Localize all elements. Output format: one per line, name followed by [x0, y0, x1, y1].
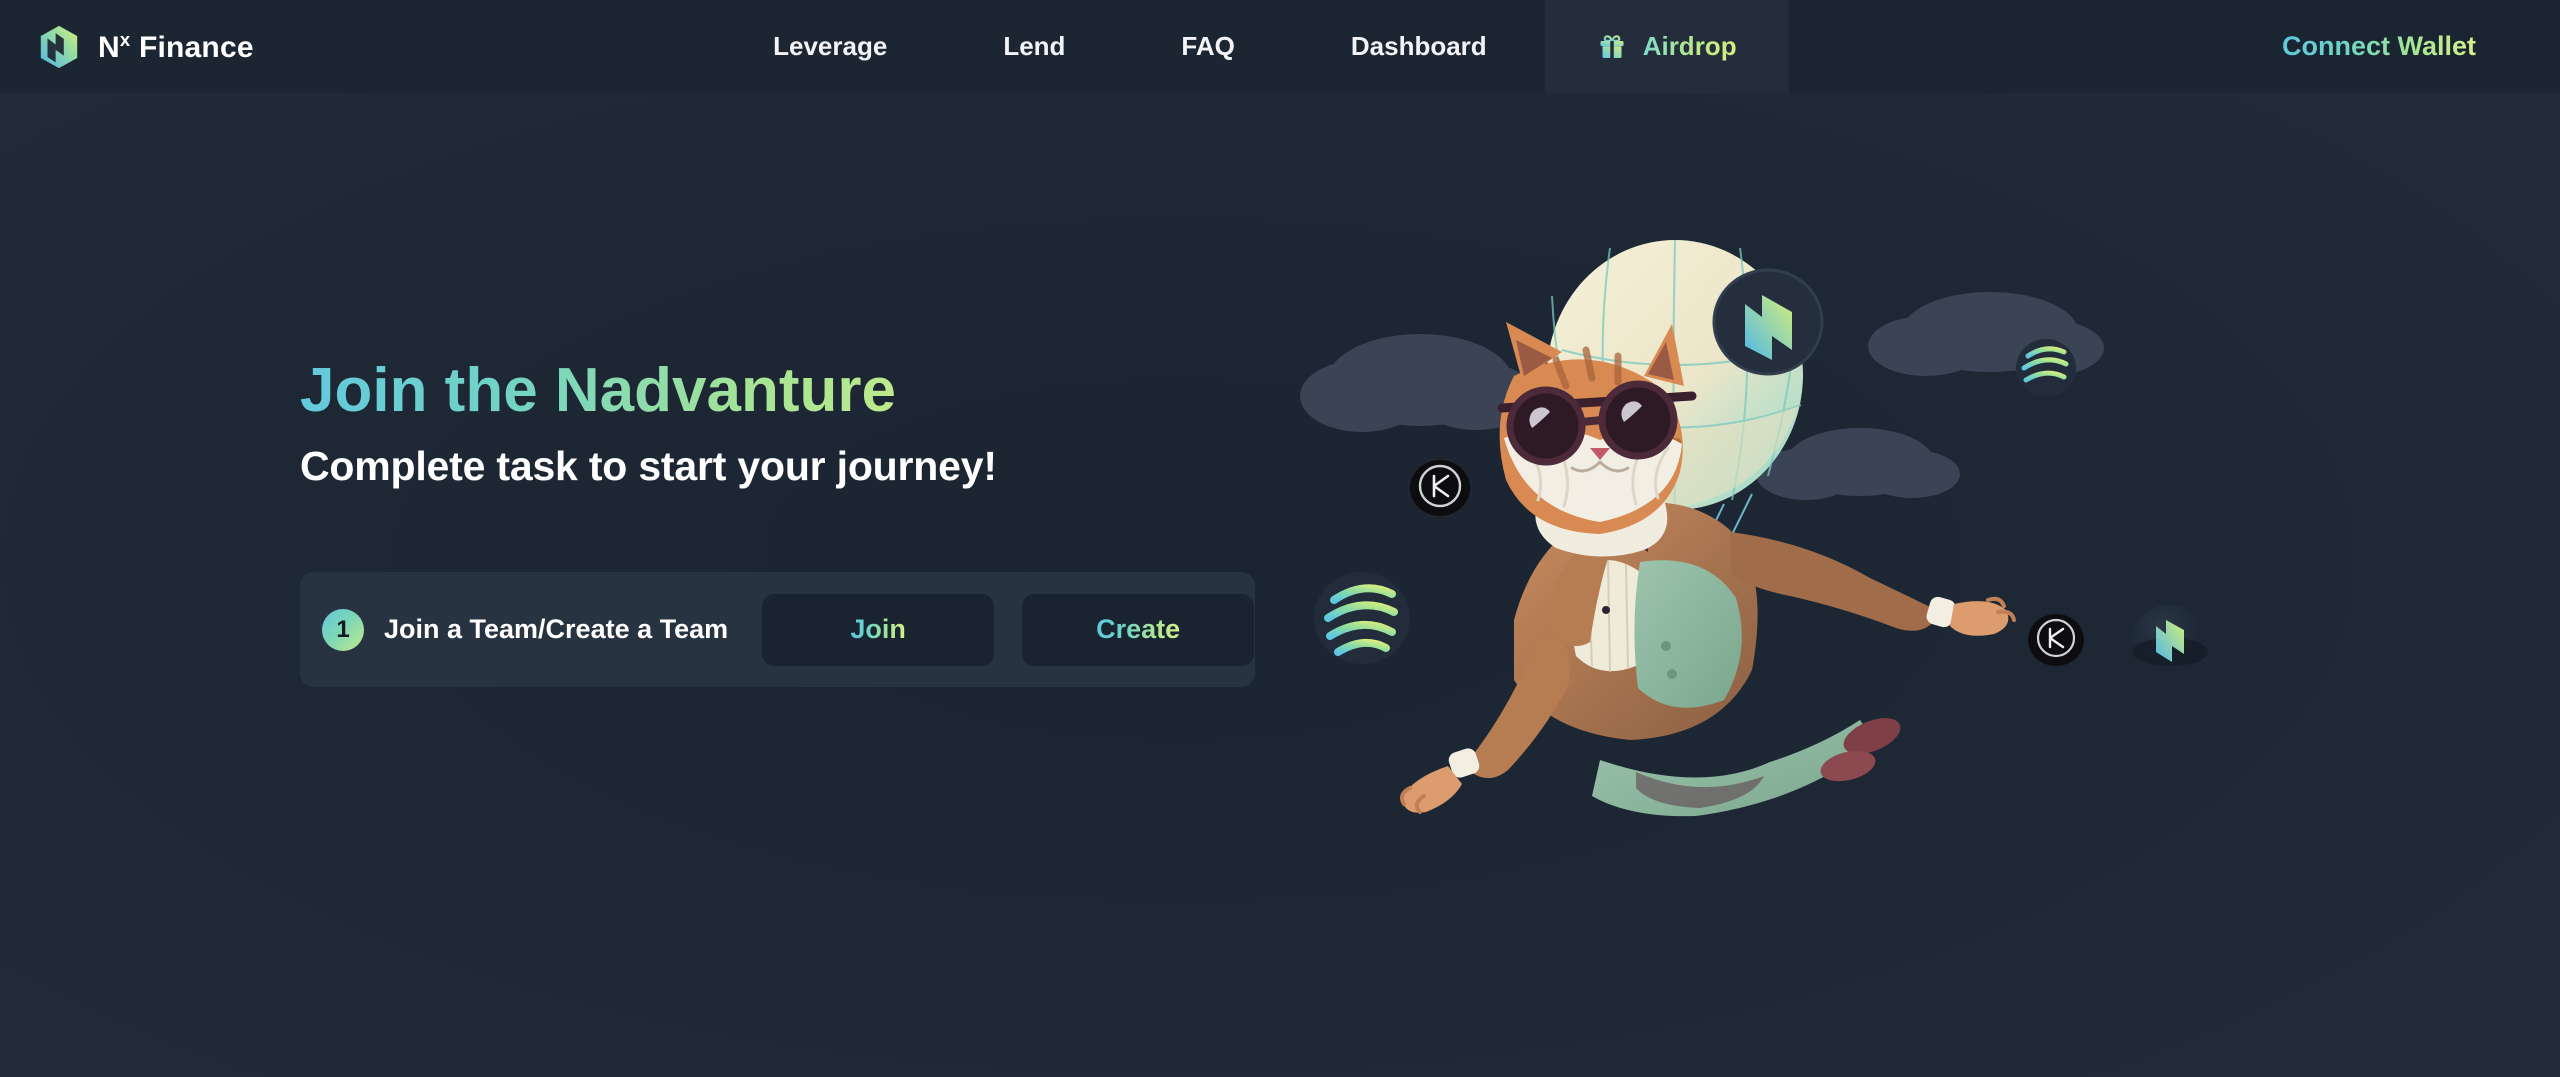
brand-logo[interactable]: Nx Finance — [0, 0, 274, 93]
airdrop-illustration — [1300, 200, 2560, 900]
nx-finance-logo-icon — [40, 25, 78, 68]
brand-name-suffix: Finance — [130, 30, 254, 64]
floating-coin-monad-right — [2028, 614, 2084, 666]
nav-item-label: Lend — [1003, 31, 1066, 61]
step-number-badge: 1 — [322, 608, 364, 651]
airdrop-page: Nx Finance Leverage Lend FAQ Dashboard A… — [0, 0, 2560, 1077]
nav-item-faq[interactable]: FAQ — [1123, 0, 1292, 93]
connect-wallet-button[interactable]: Connect Wallet — [2235, 14, 2522, 79]
create-team-label: Create — [1096, 614, 1181, 644]
illustration-canvas — [1300, 239, 2208, 817]
nav-item-label: Leverage — [773, 31, 888, 61]
floating-coin-nx-finance — [2132, 605, 2208, 675]
floating-token-striped-small — [2016, 339, 2076, 397]
floating-coin-monad-left — [1410, 460, 1470, 516]
brand-name-superscript: x — [119, 28, 131, 50]
nav-item-dashboard[interactable]: Dashboard — [1293, 0, 1545, 93]
hero-section: Join the Nadvanture Complete task to sta… — [300, 357, 997, 490]
task-actions: Join Create — [762, 593, 1255, 666]
page-title: Join the Nadvanture — [300, 357, 997, 425]
nav-item-label: Dashboard — [1350, 31, 1487, 61]
nav-links: Leverage Lend FAQ Dashboard Airdrop — [715, 0, 1789, 93]
balloon-coin-badge — [1712, 268, 1824, 376]
floating-token-striped-large — [1314, 572, 1410, 664]
brand-name-prefix: N — [98, 30, 120, 64]
brand-name: Nx Finance — [98, 29, 254, 65]
top-navigation-bar: Nx Finance Leverage Lend FAQ Dashboard A… — [0, 0, 2560, 93]
wallet-area: Connect Wallet — [2235, 0, 2560, 93]
nav-item-airdrop[interactable]: Airdrop — [1544, 0, 1789, 93]
page-subtitle: Complete task to start your journey! — [300, 442, 997, 489]
nav-item-label: Airdrop — [1642, 31, 1737, 61]
join-team-label: Join — [850, 614, 906, 644]
cloud-left — [1300, 334, 1536, 432]
join-team-button[interactable]: Join — [762, 593, 995, 666]
task-info: 1 Join a Team/Create a Team — [322, 608, 729, 651]
task-label: Join a Team/Create a Team — [384, 614, 729, 644]
connect-wallet-label: Connect Wallet — [2281, 31, 2476, 61]
nav-item-lend[interactable]: Lend — [945, 0, 1123, 93]
task-card: 1 Join a Team/Create a Team Join Create — [300, 572, 1255, 687]
nav-item-leverage[interactable]: Leverage — [715, 0, 945, 93]
create-team-button[interactable]: Create — [1022, 593, 1255, 666]
nav-item-label: FAQ — [1181, 31, 1235, 61]
gift-icon — [1600, 34, 1624, 58]
